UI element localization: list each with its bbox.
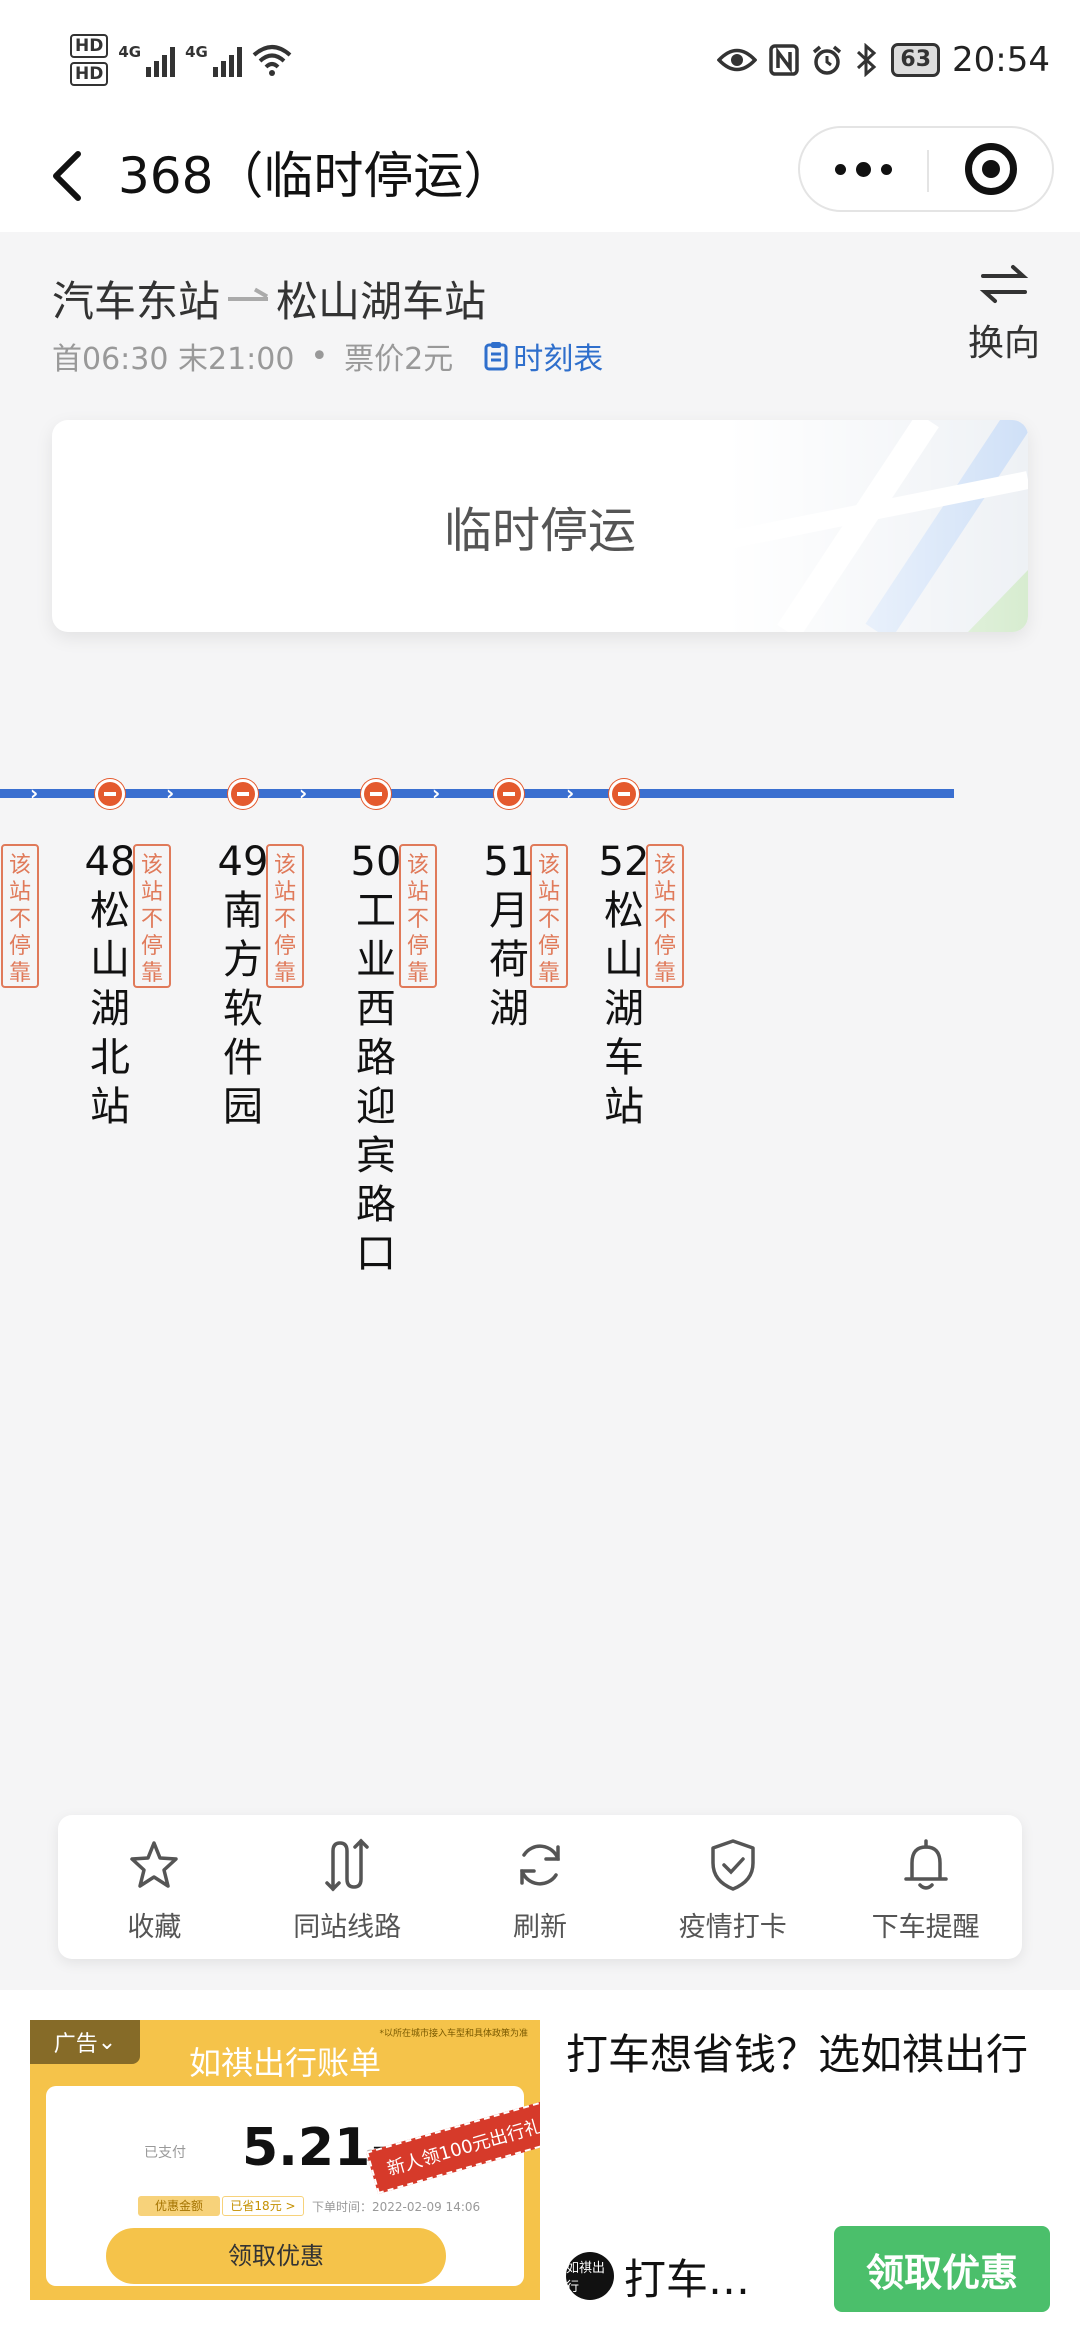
clipboard-icon bbox=[484, 342, 508, 371]
direction-chevron-icon: › bbox=[30, 781, 39, 805]
bluetooth-icon bbox=[857, 43, 877, 77]
timetable-label: 时刻表 bbox=[513, 342, 604, 377]
shield-check-icon bbox=[711, 1839, 755, 1891]
more-dot-icon bbox=[880, 163, 892, 175]
fare: 票价2元 bbox=[344, 342, 454, 377]
swap-arrows-icon bbox=[979, 265, 1029, 303]
refresh-button[interactable]: 刷新 bbox=[444, 1815, 637, 1959]
ad-receipt: 已支付 5.21元 23 优惠金额 已省18元 > 下单时间：2022-02-0… bbox=[46, 2086, 524, 2286]
route-from: 汽车东站 bbox=[52, 277, 221, 326]
stop-marker-icon[interactable] bbox=[228, 779, 258, 809]
direction-chevron-icon: › bbox=[166, 781, 175, 805]
ad-discount-label: 优惠金额 bbox=[138, 2196, 220, 2216]
network-type-1: 4G bbox=[118, 43, 142, 61]
hd-badge-2: HD bbox=[70, 62, 109, 86]
bottom-toolbar: 收藏 同站线路 刷新 疫情打卡 下车提醒 bbox=[58, 1815, 1022, 1959]
wifi-icon bbox=[252, 45, 292, 76]
direction-chevron-icon: › bbox=[566, 781, 575, 805]
switch-direction-label: 换向 bbox=[967, 323, 1040, 364]
route-direction: 汽车东站 松山湖车站 bbox=[52, 268, 486, 329]
page-title: 368（临时停运） bbox=[118, 147, 514, 205]
ad-brand-name: 打车… bbox=[624, 2255, 751, 2304]
network-type-2: 4G bbox=[185, 43, 208, 61]
ad-paid-label: 已支付 bbox=[144, 2145, 186, 2161]
stop-marker-icon[interactable] bbox=[494, 779, 524, 809]
alight-reminder-label: 下车提醒 bbox=[871, 1912, 980, 1943]
favorite-button[interactable]: 收藏 bbox=[58, 1815, 251, 1959]
switch-direction-button[interactable]: 换向 bbox=[962, 264, 1046, 374]
more-dot-icon bbox=[855, 161, 871, 177]
service-status-text: 临时停运 bbox=[443, 503, 636, 559]
favorite-label: 收藏 bbox=[127, 1912, 182, 1943]
clock: 20:54 bbox=[952, 40, 1050, 80]
more-button[interactable] bbox=[800, 128, 926, 210]
status-right: 63 20:54 bbox=[717, 28, 1050, 92]
star-icon bbox=[130, 1841, 179, 1888]
battery-icon: 63 bbox=[891, 43, 941, 77]
signal-icon-2: 4G bbox=[185, 43, 242, 77]
ad-order-time: 下单时间：2022-02-09 14:06 bbox=[312, 2200, 481, 2214]
close-miniprogram-button[interactable] bbox=[930, 128, 1052, 210]
signal-icon-1: 4G bbox=[118, 43, 176, 77]
direction-arrow-icon bbox=[228, 287, 269, 311]
capsule-divider bbox=[927, 150, 929, 192]
service-status-card: 临时停运 bbox=[52, 420, 1028, 632]
direction-chevron-icon: › bbox=[299, 781, 308, 805]
route-lines-icon bbox=[325, 1838, 369, 1892]
stop-marker-icon[interactable] bbox=[361, 779, 391, 809]
status-bar: HD HD 4G 4G 63 20:54 bbox=[0, 0, 1080, 120]
timetable-link[interactable]: 时刻表 bbox=[483, 334, 603, 378]
hd-indicators: HD HD bbox=[70, 34, 109, 86]
service-hours: 首06:30 末21:00 bbox=[52, 342, 295, 377]
status-left: HD HD 4G 4G bbox=[70, 30, 292, 90]
direction-chevron-icon: › bbox=[432, 781, 441, 805]
route-info: 首06:30 末21:00 • 票价2元 时刻表 bbox=[52, 334, 603, 378]
more-dot-icon bbox=[834, 163, 846, 175]
target-icon bbox=[965, 143, 1017, 195]
health-checkin-button[interactable]: 疫情打卡 bbox=[636, 1815, 829, 1959]
route-to: 松山湖车站 bbox=[276, 277, 487, 326]
refresh-label: 刷新 bbox=[512, 1912, 567, 1943]
info-separator: • bbox=[310, 338, 329, 374]
health-checkin-label: 疫情打卡 bbox=[678, 1912, 787, 1943]
stop-marker-icon[interactable] bbox=[95, 779, 125, 809]
stop-name[interactable]: 51 月荷湖 bbox=[479, 838, 539, 1034]
alight-reminder-button[interactable]: 下车提醒 bbox=[829, 1815, 1022, 1959]
ad-headline[interactable]: 打车想省钱？选如祺出行 bbox=[566, 2026, 1056, 2084]
hd-badge-1: HD bbox=[70, 34, 109, 58]
stop-name[interactable]: 48 松山湖北站 bbox=[80, 838, 140, 1132]
ad-saved-label: 已省18元 > bbox=[222, 2196, 304, 2216]
stop-name[interactable]: 50 工业西路迎宾路口 bbox=[346, 838, 406, 1279]
ad-image[interactable]: 广告 ⌄ *以所在城市接入车型和具体政策为准 如祺出行账单 已支付 5.21元 … bbox=[30, 2020, 540, 2300]
same-stop-lines-button[interactable]: 同站线路 bbox=[251, 1815, 444, 1959]
bell-icon bbox=[903, 1839, 948, 1890]
same-stop-lines-label: 同站线路 bbox=[293, 1912, 402, 1943]
stop-name[interactable]: 49 南方软件园 bbox=[213, 838, 273, 1132]
refresh-icon bbox=[520, 1844, 560, 1886]
ad-image-claim-button[interactable]: 领取优惠 bbox=[106, 2228, 446, 2284]
route-line bbox=[0, 789, 954, 798]
miniprogram-capsule bbox=[798, 126, 1054, 212]
stop-name[interactable]: 52 松山湖车站 bbox=[594, 838, 654, 1132]
nfc-icon bbox=[769, 44, 800, 76]
ad-cta-button[interactable]: 领取优惠 bbox=[834, 2226, 1050, 2312]
ad-image-title: 如祺出行账单 bbox=[188, 2044, 381, 2082]
not-stopping-badge: 该站不停靠 bbox=[1, 844, 39, 988]
nav-bar: 368（临时停运） bbox=[0, 120, 1080, 232]
back-icon[interactable] bbox=[40, 144, 100, 208]
stop-marker-icon[interactable] bbox=[609, 779, 639, 809]
brand-logo-icon: 如祺出行 bbox=[566, 2252, 614, 2300]
alarm-icon bbox=[813, 45, 842, 75]
advertisement[interactable]: 广告 ⌄ *以所在城市接入车型和具体政策为准 如祺出行账单 已支付 5.21元 … bbox=[0, 1990, 1080, 2340]
eye-icon bbox=[717, 48, 758, 72]
